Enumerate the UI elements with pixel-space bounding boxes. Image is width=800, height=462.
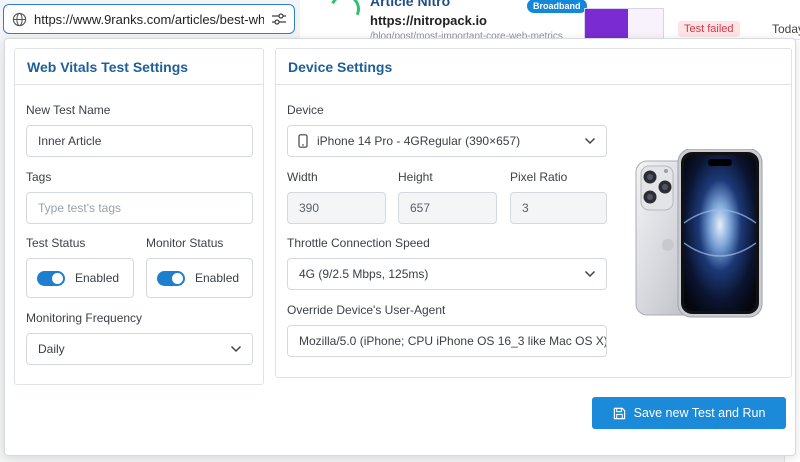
device-label: Device xyxy=(287,103,324,117)
chevron-down-icon xyxy=(230,342,242,356)
monitor-status-label: Monitor Status xyxy=(146,236,224,250)
pixel-ratio-value: 3 xyxy=(522,201,529,215)
test-name-value: Inner Article xyxy=(38,134,102,148)
background-card-title: Article Nitro xyxy=(370,0,451,9)
device-select[interactable]: iPhone 14 Pro - 4GRegular (390×657) xyxy=(287,125,607,157)
device-settings-panel: Device Settings Device iPhone 14 Pro - 4… xyxy=(275,48,792,378)
device-settings-heading: Device Settings xyxy=(276,49,791,85)
user-agent-label: Override Device's User-Agent xyxy=(287,303,446,317)
test-status-value: Enabled xyxy=(75,271,120,285)
web-vitals-settings-panel: Web Vitals Test Settings New Test Name I… xyxy=(14,48,264,385)
tags-placeholder: Type test's tags xyxy=(38,201,121,215)
web-vitals-heading: Web Vitals Test Settings xyxy=(15,49,263,85)
frequency-value: Daily xyxy=(38,342,65,356)
tags-label: Tags xyxy=(26,170,52,184)
date-label: Today xyxy=(772,22,800,36)
save-and-run-label: Save new Test and Run xyxy=(633,406,766,420)
chevron-down-icon xyxy=(584,134,596,148)
globe-icon xyxy=(4,4,34,34)
width-value: 390 xyxy=(299,201,320,215)
test-status-toggle[interactable]: Enabled xyxy=(26,258,134,298)
url-text[interactable]: https://www.9ranks.com/articles/best-whi xyxy=(34,12,264,27)
save-and-run-button[interactable]: Save new Test and Run xyxy=(592,397,786,429)
throttle-value: 4G (9/2.5 Mbps, 125ms) xyxy=(299,267,429,281)
frequency-select[interactable]: Daily xyxy=(26,333,253,365)
status-badge: Test failed xyxy=(678,21,740,37)
url-input[interactable]: https://www.9ranks.com/articles/best-whi xyxy=(3,4,295,34)
test-name-label: New Test Name xyxy=(26,103,111,117)
height-field[interactable]: 657 xyxy=(398,192,497,224)
throttle-select[interactable]: 4G (9/2.5 Mbps, 125ms) xyxy=(287,258,607,290)
monitor-status-value: Enabled xyxy=(195,271,240,285)
connection-badge: Broadband xyxy=(527,0,587,13)
tune-icon[interactable] xyxy=(264,12,294,26)
pixel-ratio-label: Pixel Ratio xyxy=(510,170,568,184)
monitor-status-toggle[interactable]: Enabled xyxy=(146,258,253,298)
height-value: 657 xyxy=(410,201,431,215)
tags-input[interactable]: Type test's tags xyxy=(26,192,253,224)
new-test-modal: Web Vitals Test Settings New Test Name I… xyxy=(4,38,796,456)
throttle-label: Throttle Connection Speed xyxy=(287,236,430,250)
monitor-status-switch[interactable] xyxy=(157,270,185,286)
test-status-switch[interactable] xyxy=(37,270,65,286)
device-preview-image xyxy=(634,148,764,319)
frequency-label: Monitoring Frequency xyxy=(26,311,143,325)
user-agent-value: Mozilla/5.0 (iPhone; CPU iPhone OS 16_3 … xyxy=(299,334,607,348)
chevron-down-icon xyxy=(584,267,596,281)
page-thumbnail xyxy=(584,8,664,42)
device-value: iPhone 14 Pro - 4GRegular (390×657) xyxy=(317,134,521,148)
user-agent-input[interactable]: Mozilla/5.0 (iPhone; CPU iPhone OS 16_3 … xyxy=(287,325,607,357)
background-card-site: https://nitropack.io xyxy=(370,13,487,28)
test-name-input[interactable]: Inner Article xyxy=(26,125,253,157)
width-field[interactable]: 390 xyxy=(287,192,386,224)
test-status-label: Test Status xyxy=(26,236,86,250)
save-icon xyxy=(613,407,626,420)
pixel-ratio-field[interactable]: 3 xyxy=(510,192,607,224)
mobile-device-icon xyxy=(298,134,308,148)
height-label: Height xyxy=(398,170,433,184)
width-label: Width xyxy=(287,170,318,184)
